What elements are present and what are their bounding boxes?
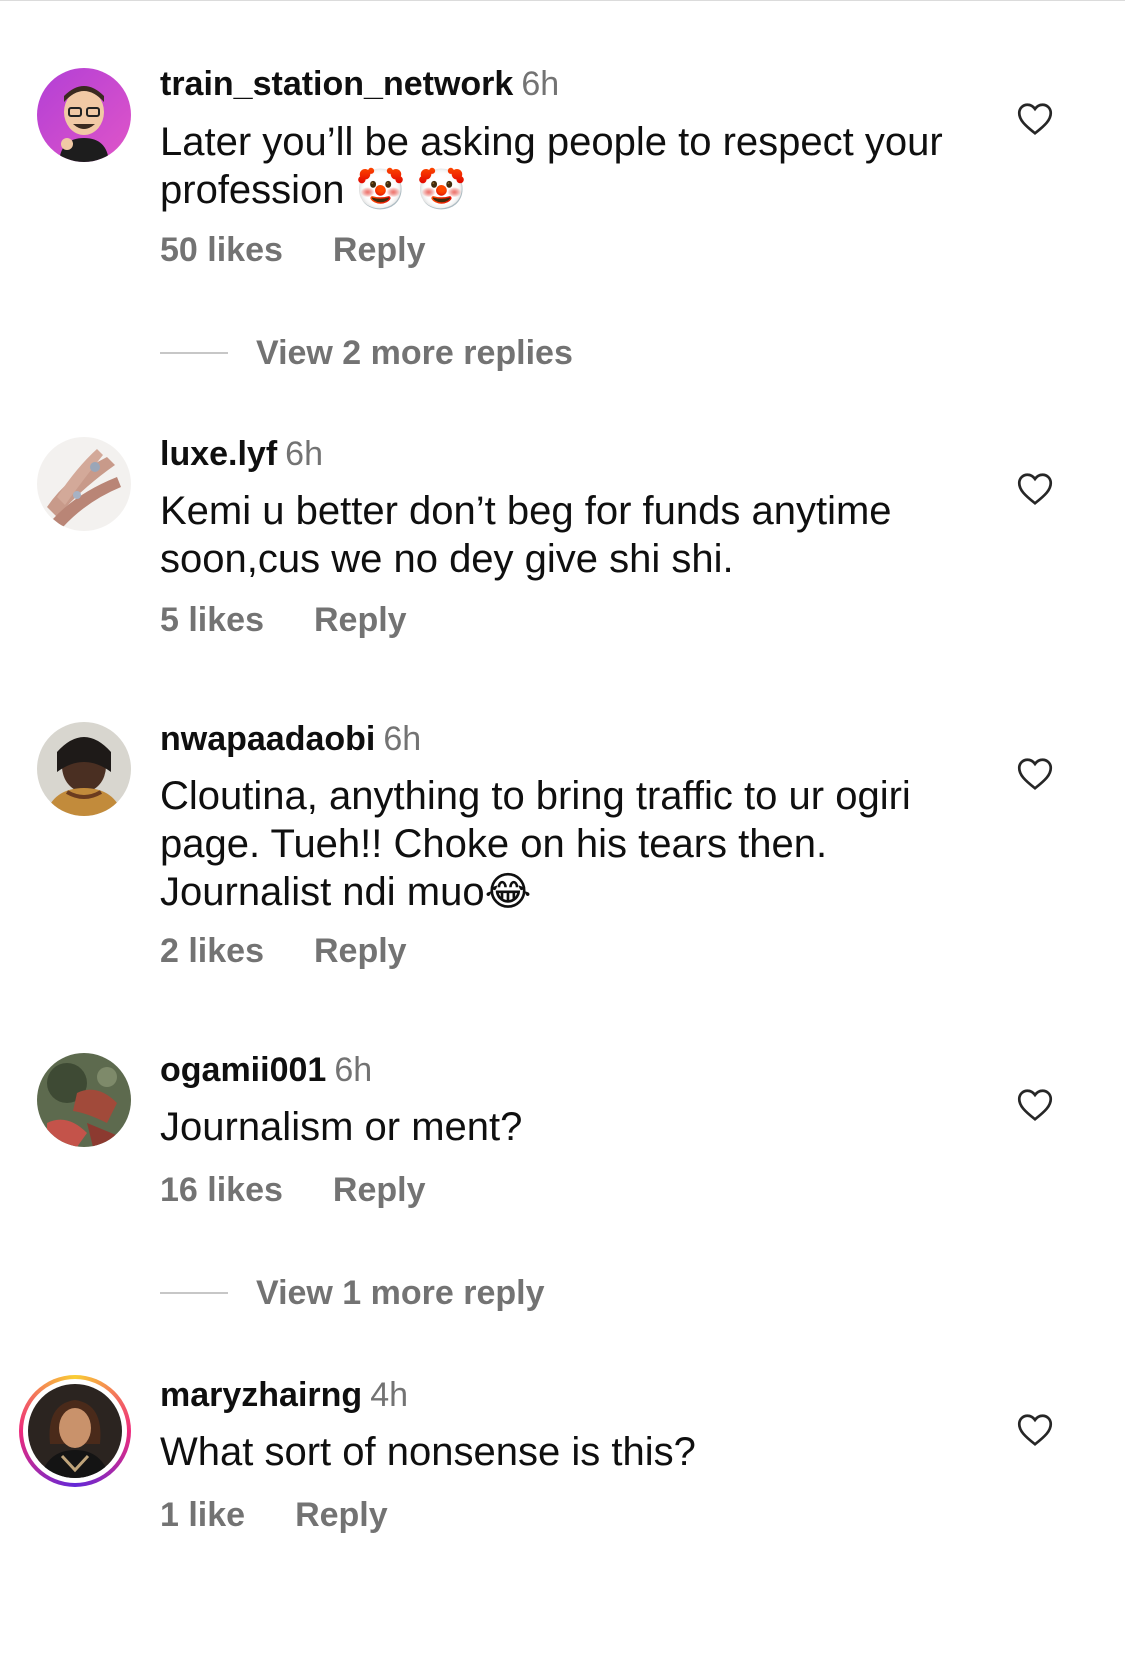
view-more-label[interactable]: View 2 more replies [256, 334, 573, 372]
likes-count[interactable]: 50 likes [160, 231, 283, 269]
likes-count[interactable]: 5 likes [160, 601, 264, 639]
view-more-replies[interactable]: View 2 more replies [160, 333, 573, 373]
top-divider [0, 0, 1125, 1]
comment-text: Later you’ll be asking people to respect… [160, 120, 943, 212]
comment-header: ogamii001 6h [160, 1050, 372, 1090]
comment-header: nwapaadaobi 6h [160, 719, 421, 759]
avatar [28, 1384, 122, 1478]
comment-meta: 5 likes Reply [160, 600, 407, 640]
comment-meta: 2 likes Reply [160, 931, 407, 971]
username[interactable]: ogamii001 [160, 1051, 326, 1089]
avatar[interactable] [37, 68, 131, 162]
avatar[interactable] [37, 1053, 131, 1147]
heart-outline-icon[interactable] [1017, 1088, 1053, 1122]
comment-meta: 16 likes Reply [160, 1170, 425, 1210]
avatar[interactable] [37, 437, 131, 531]
comment-text: What sort of nonsense is this? [160, 1430, 696, 1474]
comment-text: Journalism or ment? [160, 1105, 523, 1149]
timestamp: 6h [521, 65, 560, 103]
reply-button[interactable]: Reply [314, 932, 407, 970]
likes-count[interactable]: 1 like [160, 1496, 245, 1534]
view-more-label[interactable]: View 1 more reply [256, 1274, 545, 1312]
likes-count[interactable]: 16 likes [160, 1171, 283, 1209]
reply-button[interactable]: Reply [333, 1171, 426, 1209]
comment-header: luxe.lyf 6h [160, 434, 323, 474]
reply-button[interactable]: Reply [314, 601, 407, 639]
username[interactable]: nwapaadaobi [160, 720, 375, 758]
timestamp: 6h [285, 435, 323, 473]
timestamp: 6h [334, 1051, 373, 1089]
timestamp: 6h [383, 720, 422, 758]
view-more-replies[interactable]: View 1 more reply [160, 1273, 545, 1313]
comment-meta: 50 likes Reply [160, 230, 425, 270]
heart-outline-icon[interactable] [1017, 102, 1053, 136]
comment-header: train_station_network 6h [160, 64, 559, 104]
avatar[interactable] [37, 722, 131, 816]
comment-text: Cloutina, anything to bring traffic to u… [160, 774, 911, 914]
heart-outline-icon[interactable] [1017, 472, 1053, 506]
username[interactable]: luxe.lyf [160, 435, 277, 473]
username[interactable]: train_station_network [160, 65, 513, 103]
thread-line [160, 352, 228, 355]
story-ring-avatar[interactable] [19, 1375, 131, 1487]
username[interactable]: maryzhairng [160, 1376, 362, 1414]
timestamp: 4h [370, 1376, 409, 1414]
heart-outline-icon[interactable] [1017, 1413, 1053, 1447]
reply-button[interactable]: Reply [333, 231, 426, 269]
comment-text: Kemi u better don’t beg for funds anytim… [160, 489, 892, 581]
likes-count[interactable]: 2 likes [160, 932, 264, 970]
comment-meta: 1 like Reply [160, 1495, 388, 1535]
reply-button[interactable]: Reply [295, 1496, 388, 1534]
comment-header: maryzhairng 4h [160, 1375, 408, 1415]
thread-line [160, 1292, 228, 1295]
heart-outline-icon[interactable] [1017, 757, 1053, 791]
